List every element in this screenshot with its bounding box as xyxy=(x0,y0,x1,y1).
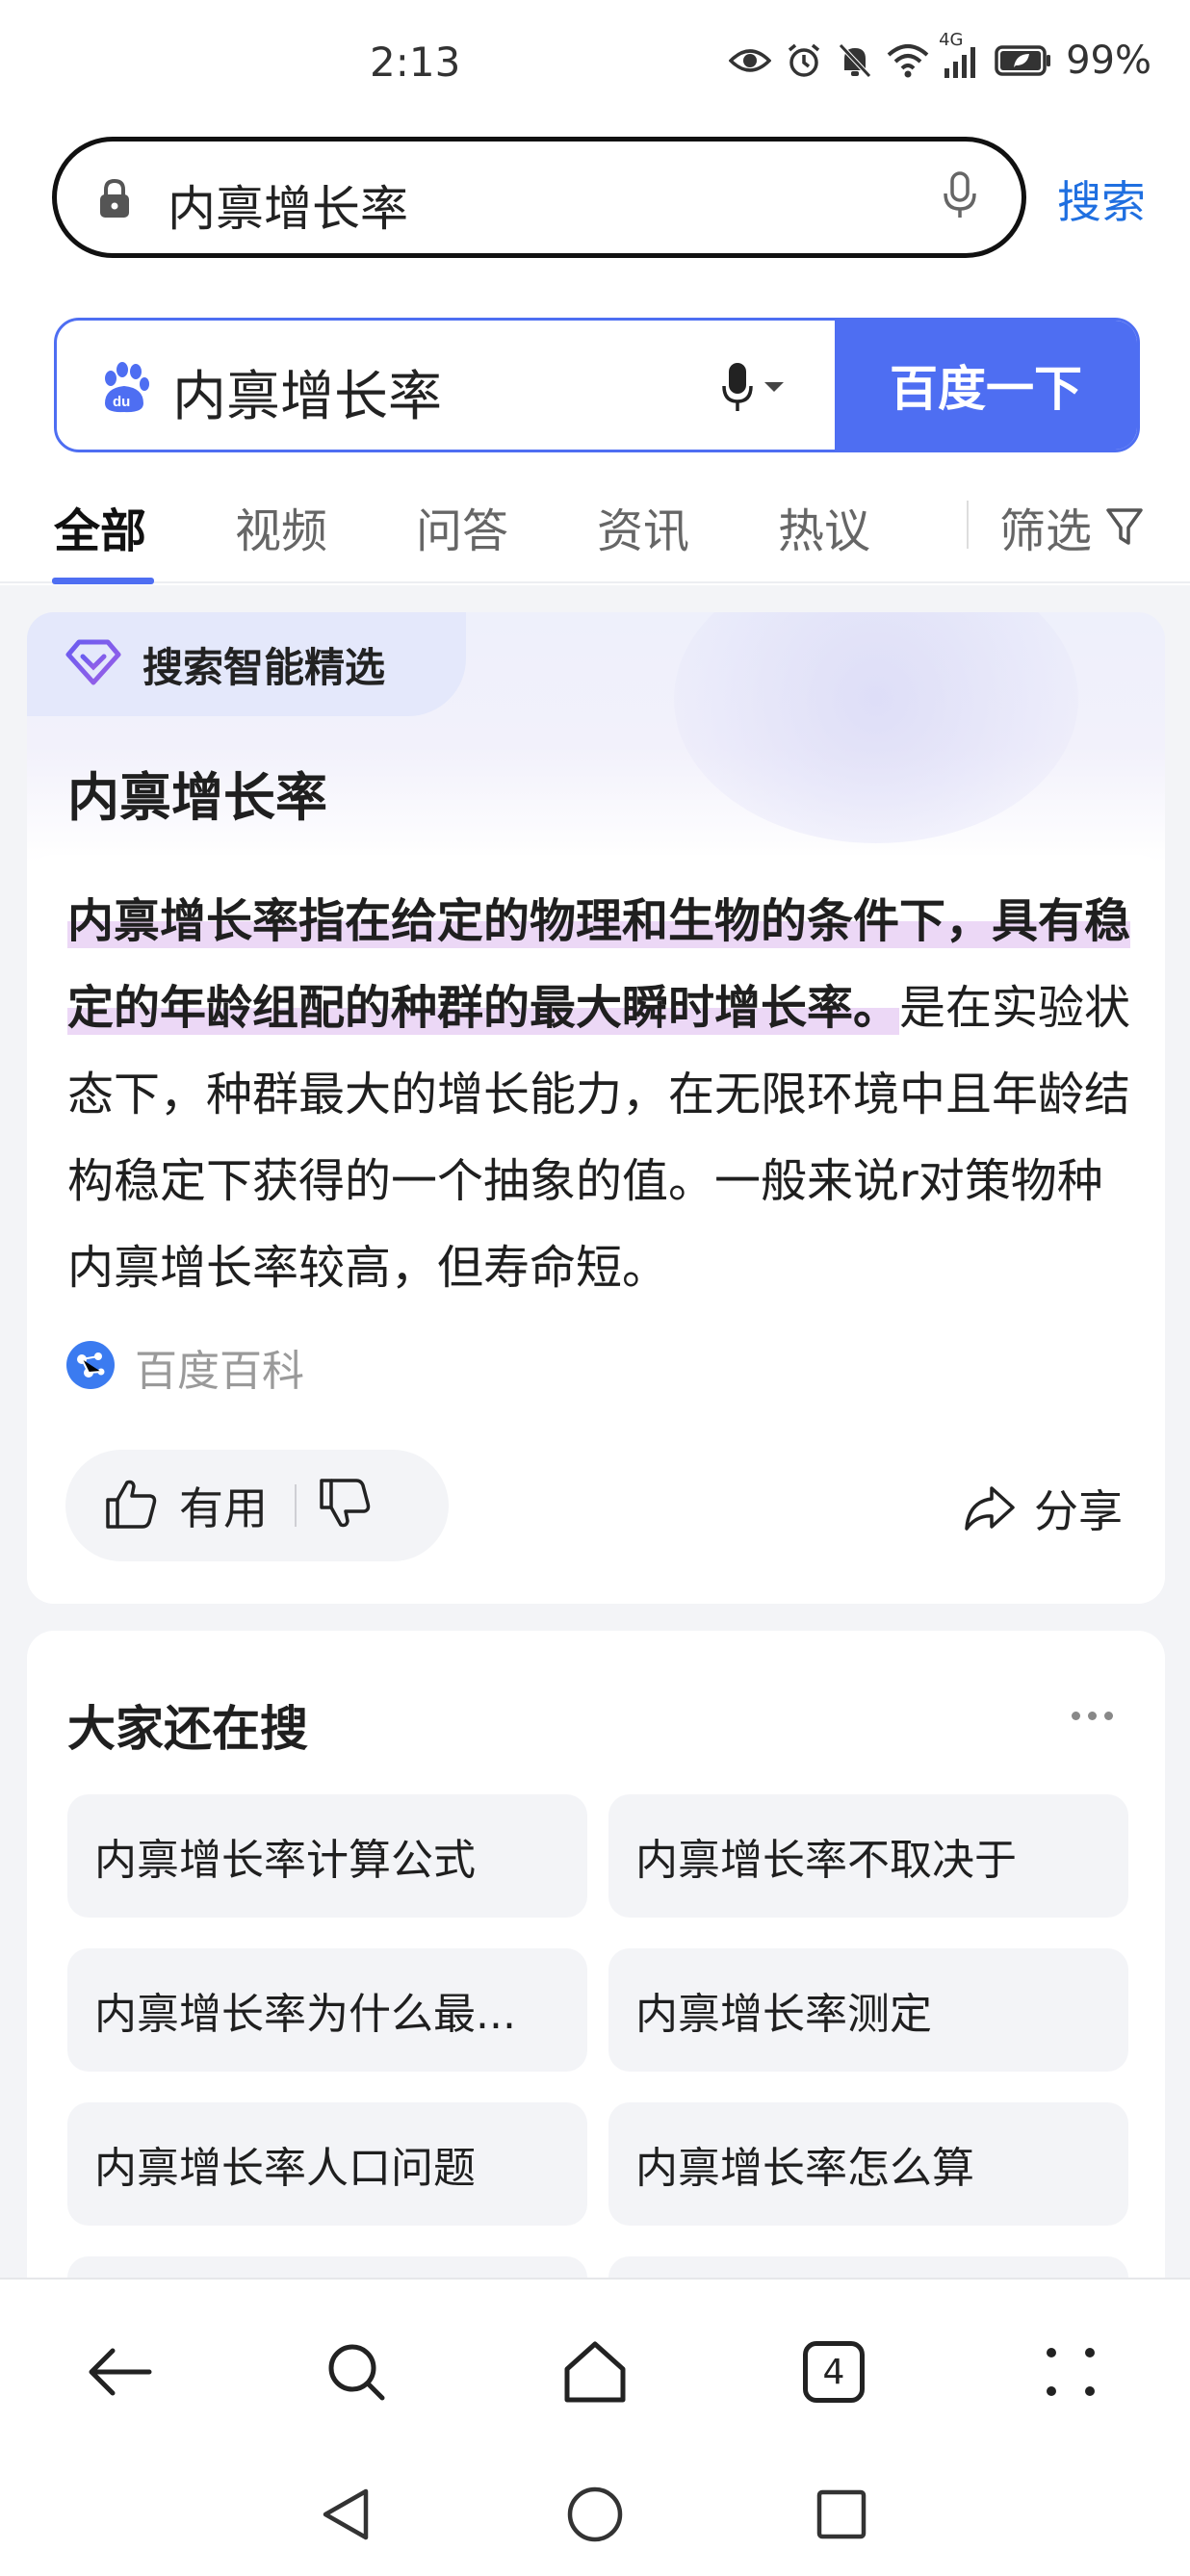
related-item[interactable]: 内禀增长率计算公式 xyxy=(67,1794,587,1918)
tab-video[interactable]: 视频 xyxy=(235,493,327,560)
voice-input-icon[interactable] xyxy=(943,170,977,224)
diamond-icon xyxy=(65,638,121,690)
address-search-button[interactable]: 搜索 xyxy=(1057,167,1146,231)
search-button[interactable] xyxy=(318,2333,395,2410)
baidu-submit-button[interactable]: 百度一下 xyxy=(835,321,1137,450)
source-name: 百度百科 xyxy=(135,1347,304,1396)
related-item[interactable]: 内禀增长率不取决于 xyxy=(608,1794,1128,1918)
search-icon xyxy=(328,2344,385,2401)
tab-discussion[interactable]: 热议 xyxy=(778,493,870,560)
more-options-icon[interactable] xyxy=(1072,1712,1113,1720)
menu-dots-icon xyxy=(1047,2348,1095,2396)
ai-answer-title: 内禀增长率 xyxy=(67,767,327,828)
eye-icon xyxy=(729,46,772,75)
microphone-icon xyxy=(722,363,753,411)
filter-label: 筛选 xyxy=(999,504,1093,558)
battery-percent: 99% xyxy=(1066,39,1151,83)
square-recents-icon xyxy=(816,2489,867,2539)
caret-down-icon xyxy=(764,382,784,392)
thumbs-down-icon[interactable] xyxy=(318,1477,372,1534)
related-title: 大家还在搜 xyxy=(67,1701,308,1757)
battery-icon xyxy=(995,44,1052,77)
tabs-button[interactable]: 4 xyxy=(795,2333,872,2410)
circle-home-icon xyxy=(567,2486,623,2542)
status-time: 2:13 xyxy=(370,39,461,86)
related-item[interactable]: 内禀增长率为什么最... xyxy=(67,1948,587,2072)
share-label: 分享 xyxy=(1034,1485,1123,1537)
signal-icon: 4G xyxy=(939,30,981,78)
useful-button[interactable]: 有用 xyxy=(179,1474,268,1537)
ai-answer-text: 内禀增长率指在给定的物理和生物的条件下，具有稳定的年龄组配的种群的最大瞬时增长率… xyxy=(67,878,1144,1311)
tab-all[interactable]: 全部 xyxy=(54,493,146,560)
triangle-back-icon xyxy=(323,2488,369,2540)
system-nav-bar xyxy=(0,2457,1190,2576)
share-icon xyxy=(965,1486,1015,1531)
baidu-query-text: 内禀增长率 xyxy=(172,366,442,428)
funnel-icon xyxy=(1106,508,1143,545)
status-icons: 4G 99% xyxy=(729,30,1151,83)
back-button[interactable] xyxy=(81,2333,158,2410)
baidu-search-box[interactable]: du 内禀增长率 百度一下 xyxy=(54,318,1140,452)
related-item[interactable]: 内禀增长率怎么算 xyxy=(608,2102,1128,2226)
source-link[interactable]: 百度百科 xyxy=(65,1336,304,1398)
share-button[interactable]: 分享 xyxy=(963,1477,1123,1540)
alarm-icon xyxy=(785,41,823,80)
thumbs-up-icon[interactable] xyxy=(104,1477,158,1534)
related-item[interactable]: 内禀增长率测定 xyxy=(608,1948,1128,2072)
filter-button[interactable]: 筛选 xyxy=(999,493,1144,560)
nav-back-button[interactable] xyxy=(306,2476,383,2553)
wifi-icon xyxy=(887,43,929,78)
home-icon xyxy=(564,2341,626,2403)
address-text: 内禀增长率 xyxy=(168,181,408,237)
status-bar: 2:13 4G 99% xyxy=(0,0,1190,125)
related-item[interactable]: 内禀增长率人口问题 xyxy=(67,2102,587,2226)
feedback-pill: 有用 xyxy=(65,1450,449,1561)
card-glow xyxy=(674,612,1078,843)
ai-answer-card: 搜索智能精选 内禀增长率 内禀增长率指在给定的物理和生物的条件下，具有稳定的年龄… xyxy=(27,612,1165,1604)
tab-news[interactable]: 资讯 xyxy=(597,493,689,560)
tab-divider xyxy=(967,501,969,549)
feedback-divider xyxy=(295,1484,297,1527)
ai-badge-label: 搜索智能精选 xyxy=(142,643,386,691)
address-bar[interactable]: 内禀增长率 xyxy=(52,137,1026,258)
lock-icon xyxy=(97,178,132,222)
result-tabs: 全部 视频 问答 资讯 热议 筛选 xyxy=(0,481,1190,584)
home-button[interactable] xyxy=(556,2333,634,2410)
baidu-voice-button[interactable] xyxy=(721,361,785,413)
browser-toolbar: 4 xyxy=(0,2278,1190,2457)
tabs-count: 4 xyxy=(803,2341,865,2403)
nav-home-button[interactable] xyxy=(556,2476,634,2553)
ai-answer-body: 内禀增长率指在给定的物理和生物的条件下，具有稳定的年龄组配的种群的最大瞬时增长率… xyxy=(27,855,1165,1604)
baidu-paw-icon: du xyxy=(97,361,151,419)
related-searches-card: 大家还在搜 内禀增长率计算公式 内禀增长率不取决于 内禀增长率为什么最... 内… xyxy=(27,1631,1165,2314)
menu-button[interactable] xyxy=(1032,2333,1109,2410)
svg-text:du: du xyxy=(113,394,130,410)
active-tab-indicator xyxy=(52,578,154,584)
baike-logo-icon xyxy=(65,1340,116,1394)
back-arrow-icon xyxy=(89,2348,152,2396)
nav-recents-button[interactable] xyxy=(803,2476,880,2553)
mute-bell-icon xyxy=(837,41,873,80)
ai-badge: 搜索智能精选 xyxy=(27,612,466,716)
tab-qa[interactable]: 问答 xyxy=(416,493,508,560)
